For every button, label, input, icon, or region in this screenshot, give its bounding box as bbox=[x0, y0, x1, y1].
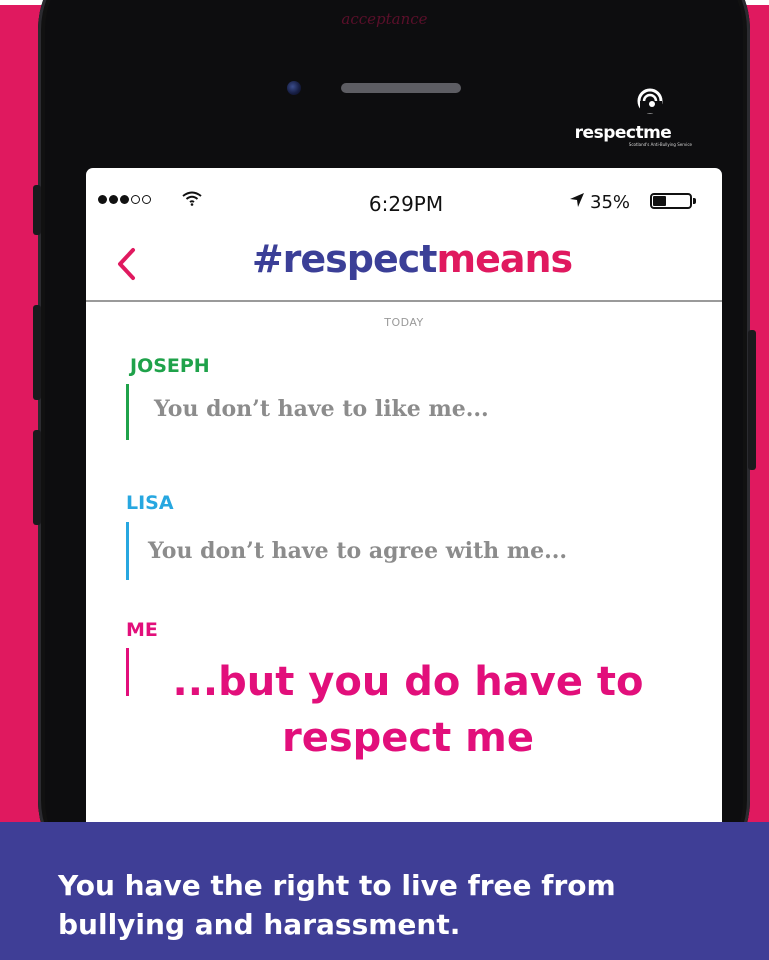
message-bar-lisa bbox=[126, 522, 129, 580]
message-text-me-line1: ...but you do have to bbox=[172, 659, 644, 705]
respectme-logo-mark bbox=[637, 88, 663, 114]
rights-statement: You have the right to live free from bul… bbox=[58, 866, 718, 944]
rights-statement-line1: You have the right to live free from bbox=[58, 869, 616, 902]
page-title-hashtag-part: #respect bbox=[251, 237, 438, 281]
battery-icon bbox=[650, 193, 692, 209]
sender-name-me: ME bbox=[126, 619, 158, 641]
phone-volume-up-button bbox=[33, 305, 41, 400]
front-camera bbox=[287, 81, 301, 95]
sender-name-joseph: JOSEPH bbox=[130, 355, 210, 377]
rights-statement-line2: bullying and harassment. bbox=[58, 908, 461, 941]
phone-volume-down-button bbox=[33, 430, 41, 525]
message-bar-me bbox=[126, 648, 129, 696]
back-chevron-icon[interactable] bbox=[112, 244, 142, 284]
battery-percent: 35% bbox=[590, 192, 631, 213]
sender-name-lisa: LISA bbox=[126, 492, 174, 514]
rights-banner: You have the right to live free from bul… bbox=[0, 822, 769, 960]
page-title: #respectmeans bbox=[212, 237, 612, 281]
signal-dot bbox=[120, 194, 129, 204]
phone-side-button bbox=[33, 185, 41, 235]
earpiece-speaker bbox=[341, 83, 461, 93]
respectme-logo: respectme Scotland's Anti-Bullying Servi… bbox=[548, 88, 698, 148]
message-text-me: ...but you do have to respect me bbox=[158, 654, 658, 766]
signal-dot bbox=[109, 194, 118, 204]
message-text-lisa: You don’t have to agree with me... bbox=[148, 538, 568, 564]
signal-dot-empty bbox=[131, 194, 140, 204]
status-bar: 6:29PM 35% bbox=[86, 168, 722, 228]
message-text-joseph: You don’t have to like me... bbox=[154, 396, 489, 422]
brand-name: respectme bbox=[574, 123, 672, 143]
navigation-bar: #respectmeans bbox=[86, 228, 722, 302]
message-bar-joseph bbox=[126, 384, 129, 440]
status-time: 6:29PM bbox=[368, 192, 444, 216]
battery-tip bbox=[693, 198, 696, 204]
signal-dot bbox=[98, 194, 107, 204]
page-title-means-part: means bbox=[436, 237, 573, 281]
phone-screen: 6:29PM 35% #respectmeans TODAY JOSEPH Yo… bbox=[86, 168, 722, 828]
message-text-me-line2: respect me bbox=[282, 715, 534, 761]
acceptance-watermark: acceptance bbox=[341, 10, 428, 28]
wifi-icon bbox=[182, 191, 202, 206]
day-divider-label: TODAY bbox=[384, 316, 424, 329]
phone-power-button bbox=[748, 330, 756, 470]
signal-strength-icon bbox=[98, 193, 151, 205]
location-arrow-icon bbox=[570, 193, 584, 207]
battery-level-fill bbox=[653, 196, 666, 206]
poster: acceptance respectme Scotland's Anti-Bul… bbox=[0, 0, 769, 960]
signal-dot-empty bbox=[142, 194, 151, 204]
